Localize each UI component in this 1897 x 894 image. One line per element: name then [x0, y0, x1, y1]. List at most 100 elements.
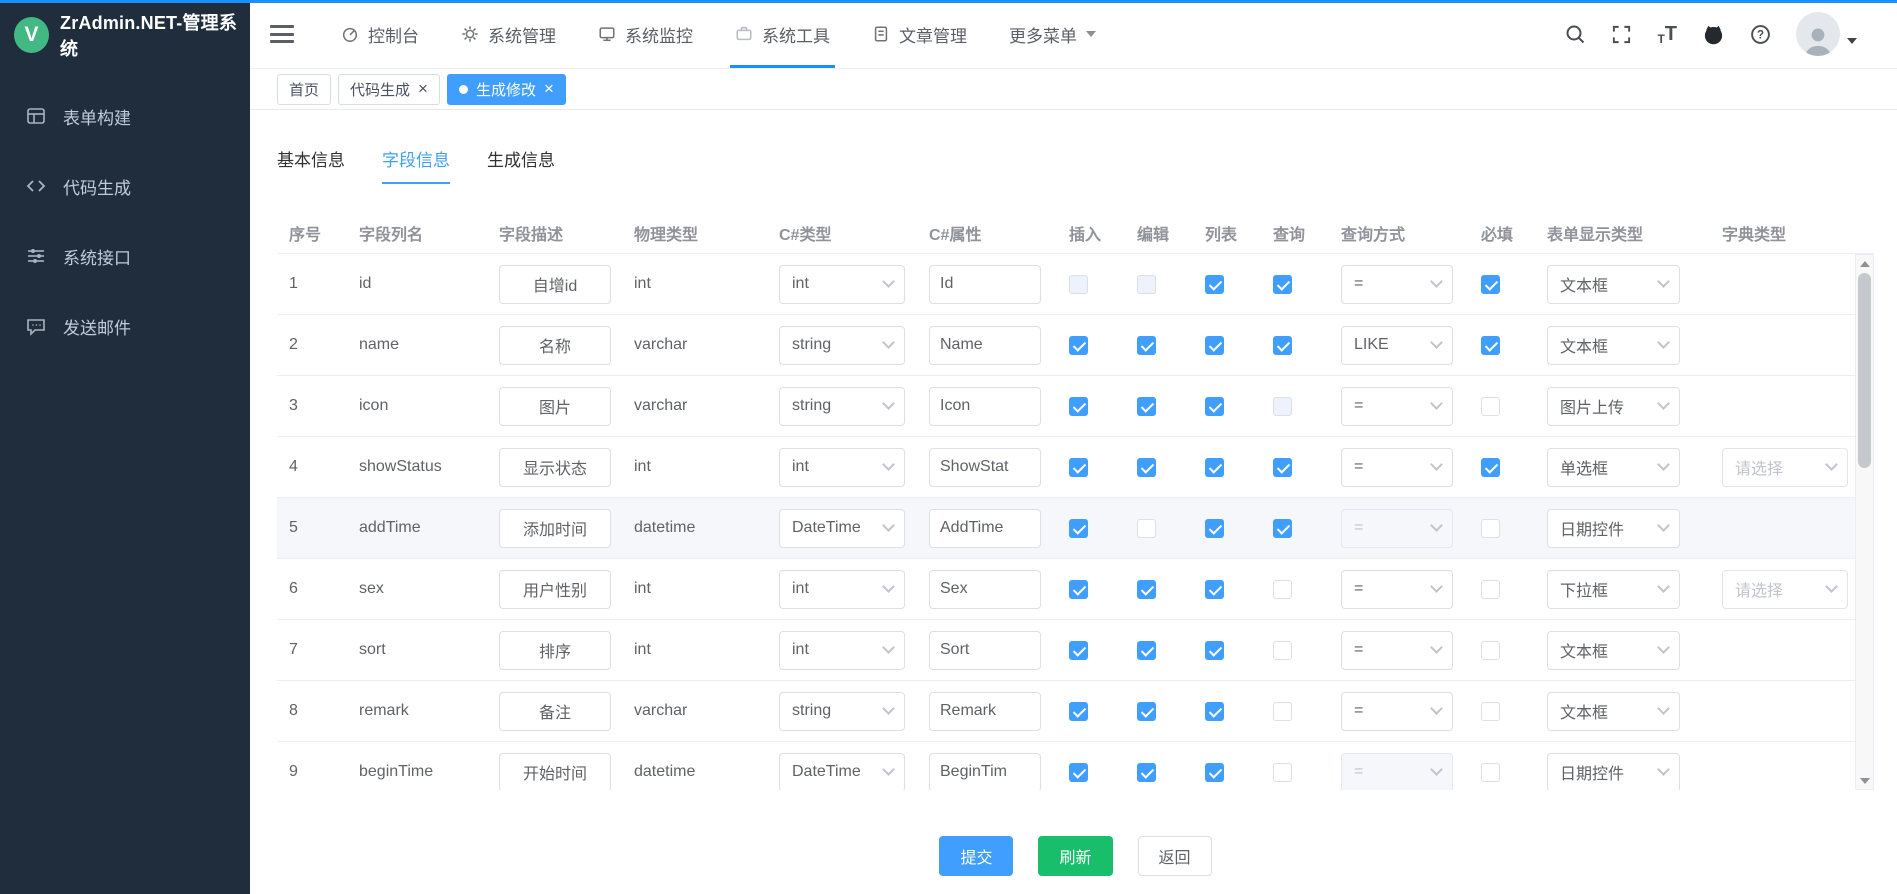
- query-method-select[interactable]: =: [1341, 570, 1453, 609]
- csharp-property-input[interactable]: [929, 570, 1041, 609]
- edit-checkbox[interactable]: [1137, 336, 1156, 355]
- query-method-select[interactable]: =: [1341, 509, 1453, 548]
- list-checkbox[interactable]: [1205, 763, 1224, 782]
- csharp-property-input[interactable]: [929, 448, 1041, 487]
- csharp-type-select[interactable]: DateTime: [779, 509, 905, 548]
- csharp-property-input[interactable]: [929, 326, 1041, 365]
- list-checkbox[interactable]: [1205, 336, 1224, 355]
- list-checkbox[interactable]: [1205, 641, 1224, 660]
- scrollbar-thumb[interactable]: [1858, 273, 1871, 468]
- csharp-property-input[interactable]: [929, 265, 1041, 304]
- csharp-type-select[interactable]: int: [779, 631, 905, 670]
- description-input[interactable]: [499, 753, 611, 791]
- scroll-up-arrow-icon[interactable]: [1856, 255, 1873, 272]
- list-checkbox[interactable]: [1205, 458, 1224, 477]
- display-type-select[interactable]: 下拉框: [1547, 570, 1680, 609]
- insert-checkbox[interactable]: [1069, 519, 1088, 538]
- display-type-select[interactable]: 文本框: [1547, 326, 1680, 365]
- nav-item-system-monitor[interactable]: 系统监控: [577, 0, 714, 68]
- edit-checkbox[interactable]: [1137, 641, 1156, 660]
- nav-item-system-tools[interactable]: 系统工具: [714, 0, 851, 68]
- query-checkbox[interactable]: [1273, 336, 1292, 355]
- description-input[interactable]: [499, 387, 611, 426]
- insert-checkbox[interactable]: [1069, 641, 1088, 660]
- csharp-property-input[interactable]: [929, 387, 1041, 426]
- list-checkbox[interactable]: [1205, 275, 1224, 294]
- edit-checkbox[interactable]: [1137, 275, 1156, 294]
- hamburger-icon[interactable]: [270, 25, 294, 43]
- back-button[interactable]: 返回: [1138, 836, 1212, 876]
- sidebar-item-form-builder[interactable]: 表单构建: [0, 81, 250, 151]
- query-method-select[interactable]: =: [1341, 692, 1453, 731]
- query-checkbox[interactable]: [1273, 641, 1292, 660]
- csharp-type-select[interactable]: string: [779, 692, 905, 731]
- query-checkbox[interactable]: [1273, 397, 1292, 416]
- query-method-select[interactable]: =: [1341, 631, 1453, 670]
- csharp-property-input[interactable]: [929, 631, 1041, 670]
- tab-generate-info[interactable]: 生成信息: [487, 146, 555, 184]
- csharp-type-select[interactable]: int: [779, 570, 905, 609]
- insert-checkbox[interactable]: [1069, 336, 1088, 355]
- insert-checkbox[interactable]: [1069, 702, 1088, 721]
- nav-item-more-menu[interactable]: 更多菜单: [988, 0, 1117, 68]
- csharp-type-select[interactable]: int: [779, 265, 905, 304]
- edit-checkbox[interactable]: [1137, 580, 1156, 599]
- display-type-select[interactable]: 单选框: [1547, 448, 1680, 487]
- insert-checkbox[interactable]: [1069, 275, 1088, 294]
- user-avatar-menu[interactable]: [1796, 12, 1857, 56]
- query-method-select[interactable]: LIKE: [1341, 326, 1453, 365]
- query-checkbox[interactable]: [1273, 702, 1292, 721]
- sidebar-item-system-api[interactable]: 系统接口: [0, 221, 250, 291]
- close-icon[interactable]: [418, 80, 428, 98]
- dict-type-select[interactable]: 请选择: [1722, 448, 1848, 487]
- required-checkbox[interactable]: [1481, 580, 1500, 599]
- list-checkbox[interactable]: [1205, 702, 1224, 721]
- description-input[interactable]: [499, 631, 611, 670]
- required-checkbox[interactable]: [1481, 641, 1500, 660]
- query-checkbox[interactable]: [1273, 580, 1292, 599]
- required-checkbox[interactable]: [1481, 702, 1500, 721]
- csharp-property-input[interactable]: [929, 753, 1041, 791]
- display-type-select[interactable]: 日期控件: [1547, 753, 1680, 791]
- sidebar-item-send-mail[interactable]: 发送邮件: [0, 291, 250, 361]
- csharp-type-select[interactable]: int: [779, 448, 905, 487]
- nav-item-article-manage[interactable]: 文章管理: [851, 0, 988, 68]
- query-method-select[interactable]: =: [1341, 265, 1453, 304]
- csharp-type-select[interactable]: string: [779, 326, 905, 365]
- edit-checkbox[interactable]: [1137, 458, 1156, 477]
- list-checkbox[interactable]: [1205, 519, 1224, 538]
- search-icon[interactable]: [1565, 24, 1586, 45]
- github-icon[interactable]: [1702, 23, 1725, 46]
- required-checkbox[interactable]: [1481, 397, 1500, 416]
- display-type-select[interactable]: 图片上传: [1547, 387, 1680, 426]
- submit-button[interactable]: 提交: [939, 836, 1013, 876]
- tab-basic-info[interactable]: 基本信息: [277, 146, 345, 184]
- query-method-select[interactable]: =: [1341, 448, 1453, 487]
- query-method-select[interactable]: =: [1341, 753, 1453, 791]
- scroll-down-arrow-icon[interactable]: [1856, 772, 1873, 789]
- list-checkbox[interactable]: [1205, 580, 1224, 599]
- description-input[interactable]: [499, 692, 611, 731]
- insert-checkbox[interactable]: [1069, 580, 1088, 599]
- description-input[interactable]: [499, 326, 611, 365]
- fullscreen-icon[interactable]: [1611, 24, 1632, 45]
- edit-checkbox[interactable]: [1137, 397, 1156, 416]
- sidebar-item-code-generate[interactable]: 代码生成: [0, 151, 250, 221]
- query-method-select[interactable]: =: [1341, 387, 1453, 426]
- required-checkbox[interactable]: [1481, 458, 1500, 477]
- nav-item-system-manage[interactable]: 系统管理: [440, 0, 577, 68]
- description-input[interactable]: [499, 570, 611, 609]
- tab-field-info[interactable]: 字段信息: [382, 146, 450, 184]
- tag-code-generate[interactable]: 代码生成: [338, 74, 440, 105]
- query-checkbox[interactable]: [1273, 519, 1292, 538]
- csharp-type-select[interactable]: string: [779, 387, 905, 426]
- csharp-type-select[interactable]: DateTime: [779, 753, 905, 791]
- tag-home[interactable]: 首页: [277, 74, 331, 105]
- list-checkbox[interactable]: [1205, 397, 1224, 416]
- description-input[interactable]: [499, 448, 611, 487]
- display-type-select[interactable]: 文本框: [1547, 265, 1680, 304]
- nav-item-console[interactable]: 控制台: [320, 0, 440, 68]
- scrollbar-track[interactable]: [1856, 272, 1873, 772]
- query-checkbox[interactable]: [1273, 763, 1292, 782]
- description-input[interactable]: [499, 265, 611, 304]
